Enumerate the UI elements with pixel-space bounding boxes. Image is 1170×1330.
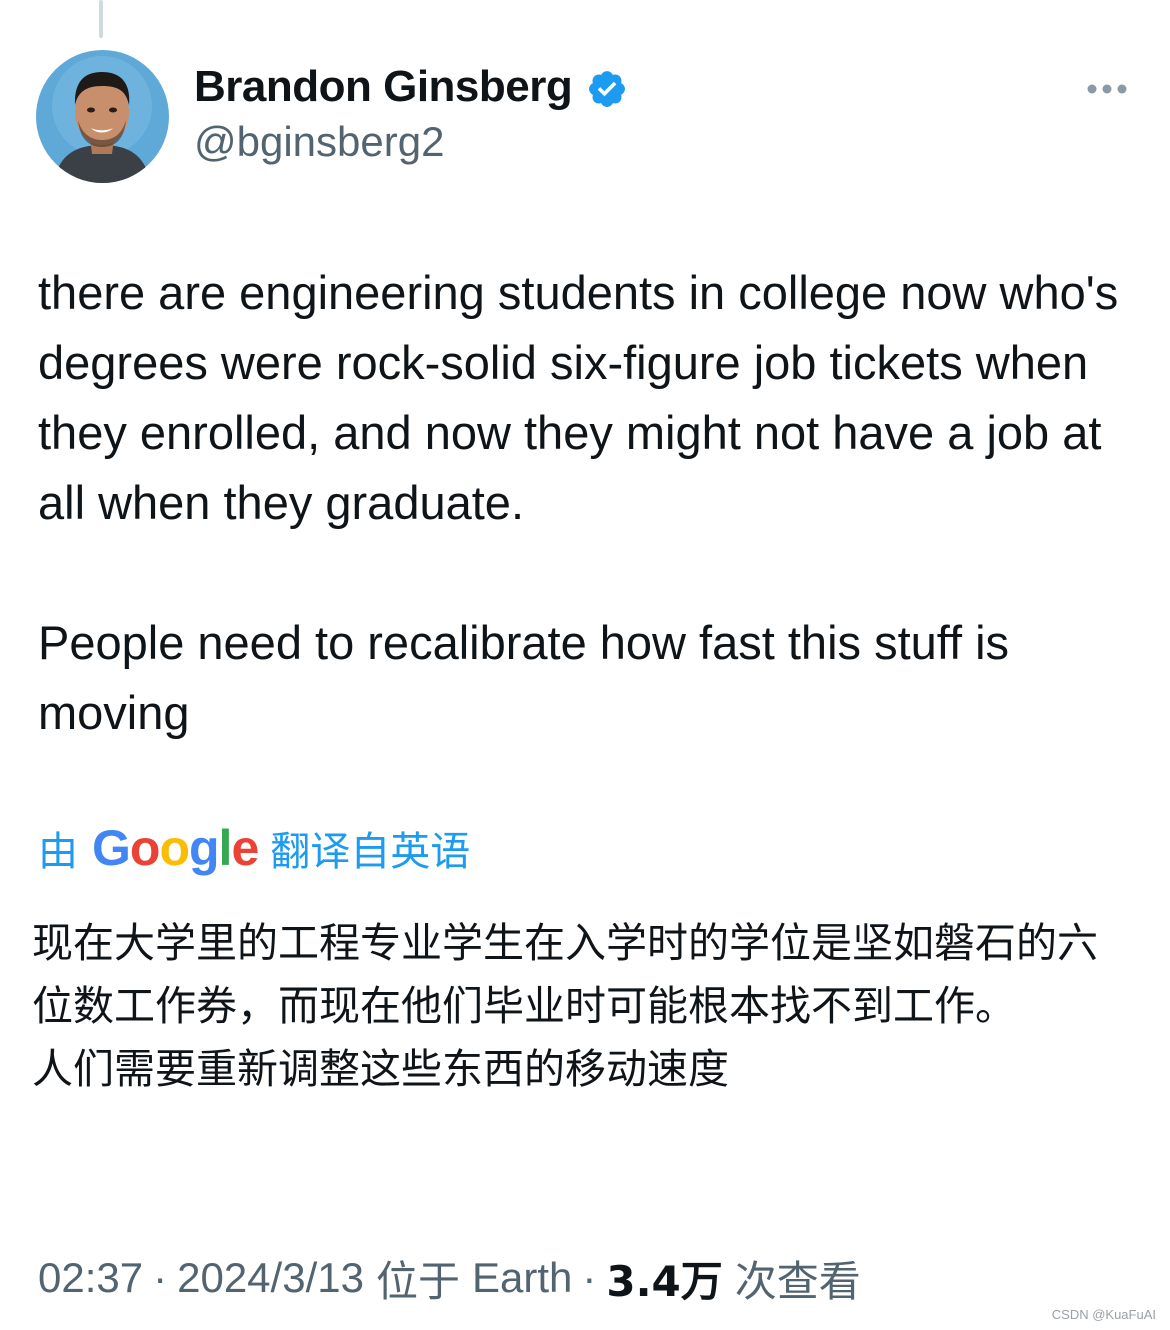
translated-by-google-link[interactable]: 由 Google 翻译自英语 bbox=[38, 818, 470, 878]
watermark: CSDN @KuaFuAI bbox=[1051, 1307, 1156, 1322]
google-letter: o bbox=[159, 820, 190, 876]
tweet-text: there are engineering students in colleg… bbox=[38, 258, 1138, 748]
google-letter: l bbox=[218, 820, 233, 876]
user-handle[interactable]: @bginsberg2 bbox=[194, 118, 444, 166]
separator-dot: · bbox=[153, 1254, 168, 1301]
translation-paragraph: 现在大学里的工程专业学生在入学时的学位是坚如磐石的六位数工作券，而现在他们毕业时… bbox=[32, 919, 1098, 1030]
display-name[interactable]: Brandon Ginsberg bbox=[194, 62, 573, 112]
translated-from-label: 翻译自英语 bbox=[270, 829, 471, 875]
translated-by-label: 由 bbox=[38, 829, 78, 875]
profile-photo-icon bbox=[36, 50, 169, 183]
tweet-date[interactable]: 2024/3/13 bbox=[177, 1254, 364, 1302]
verified-badge-icon bbox=[589, 71, 625, 107]
translated-text: 现在大学里的工程专业学生在入学时的学位是坚如磐石的六位数工作券，而现在他们毕业时… bbox=[32, 912, 1132, 1101]
google-letter: g bbox=[189, 820, 220, 876]
tweet-paragraph: People need to recalibrate how fast this… bbox=[38, 616, 1010, 739]
views-label: 次查看 bbox=[734, 1256, 861, 1306]
translation-paragraph: 人们需要重新调整这些东西的移动速度 bbox=[32, 1045, 729, 1093]
tweet-metadata: 02:37 · 2024/3/13 位于 Earth · 3.4万 次查看 bbox=[38, 1250, 861, 1306]
more-options-icon[interactable] bbox=[1086, 82, 1128, 96]
avatar[interactable] bbox=[36, 50, 169, 183]
views-count: 3.4万 bbox=[606, 1256, 723, 1306]
google-letter: G bbox=[92, 820, 131, 876]
tweet-location: Earth bbox=[471, 1254, 573, 1301]
thread-connector-line bbox=[99, 0, 103, 38]
tweet-time[interactable]: 02:37 bbox=[38, 1254, 143, 1302]
separator-dot: · bbox=[582, 1254, 597, 1301]
google-letter: o bbox=[129, 820, 161, 876]
google-letter: e bbox=[231, 820, 259, 876]
location-prefix: 位于 bbox=[375, 1256, 460, 1306]
google-logo: Google bbox=[92, 819, 259, 877]
tweet-paragraph: there are engineering students in colleg… bbox=[38, 266, 1119, 529]
